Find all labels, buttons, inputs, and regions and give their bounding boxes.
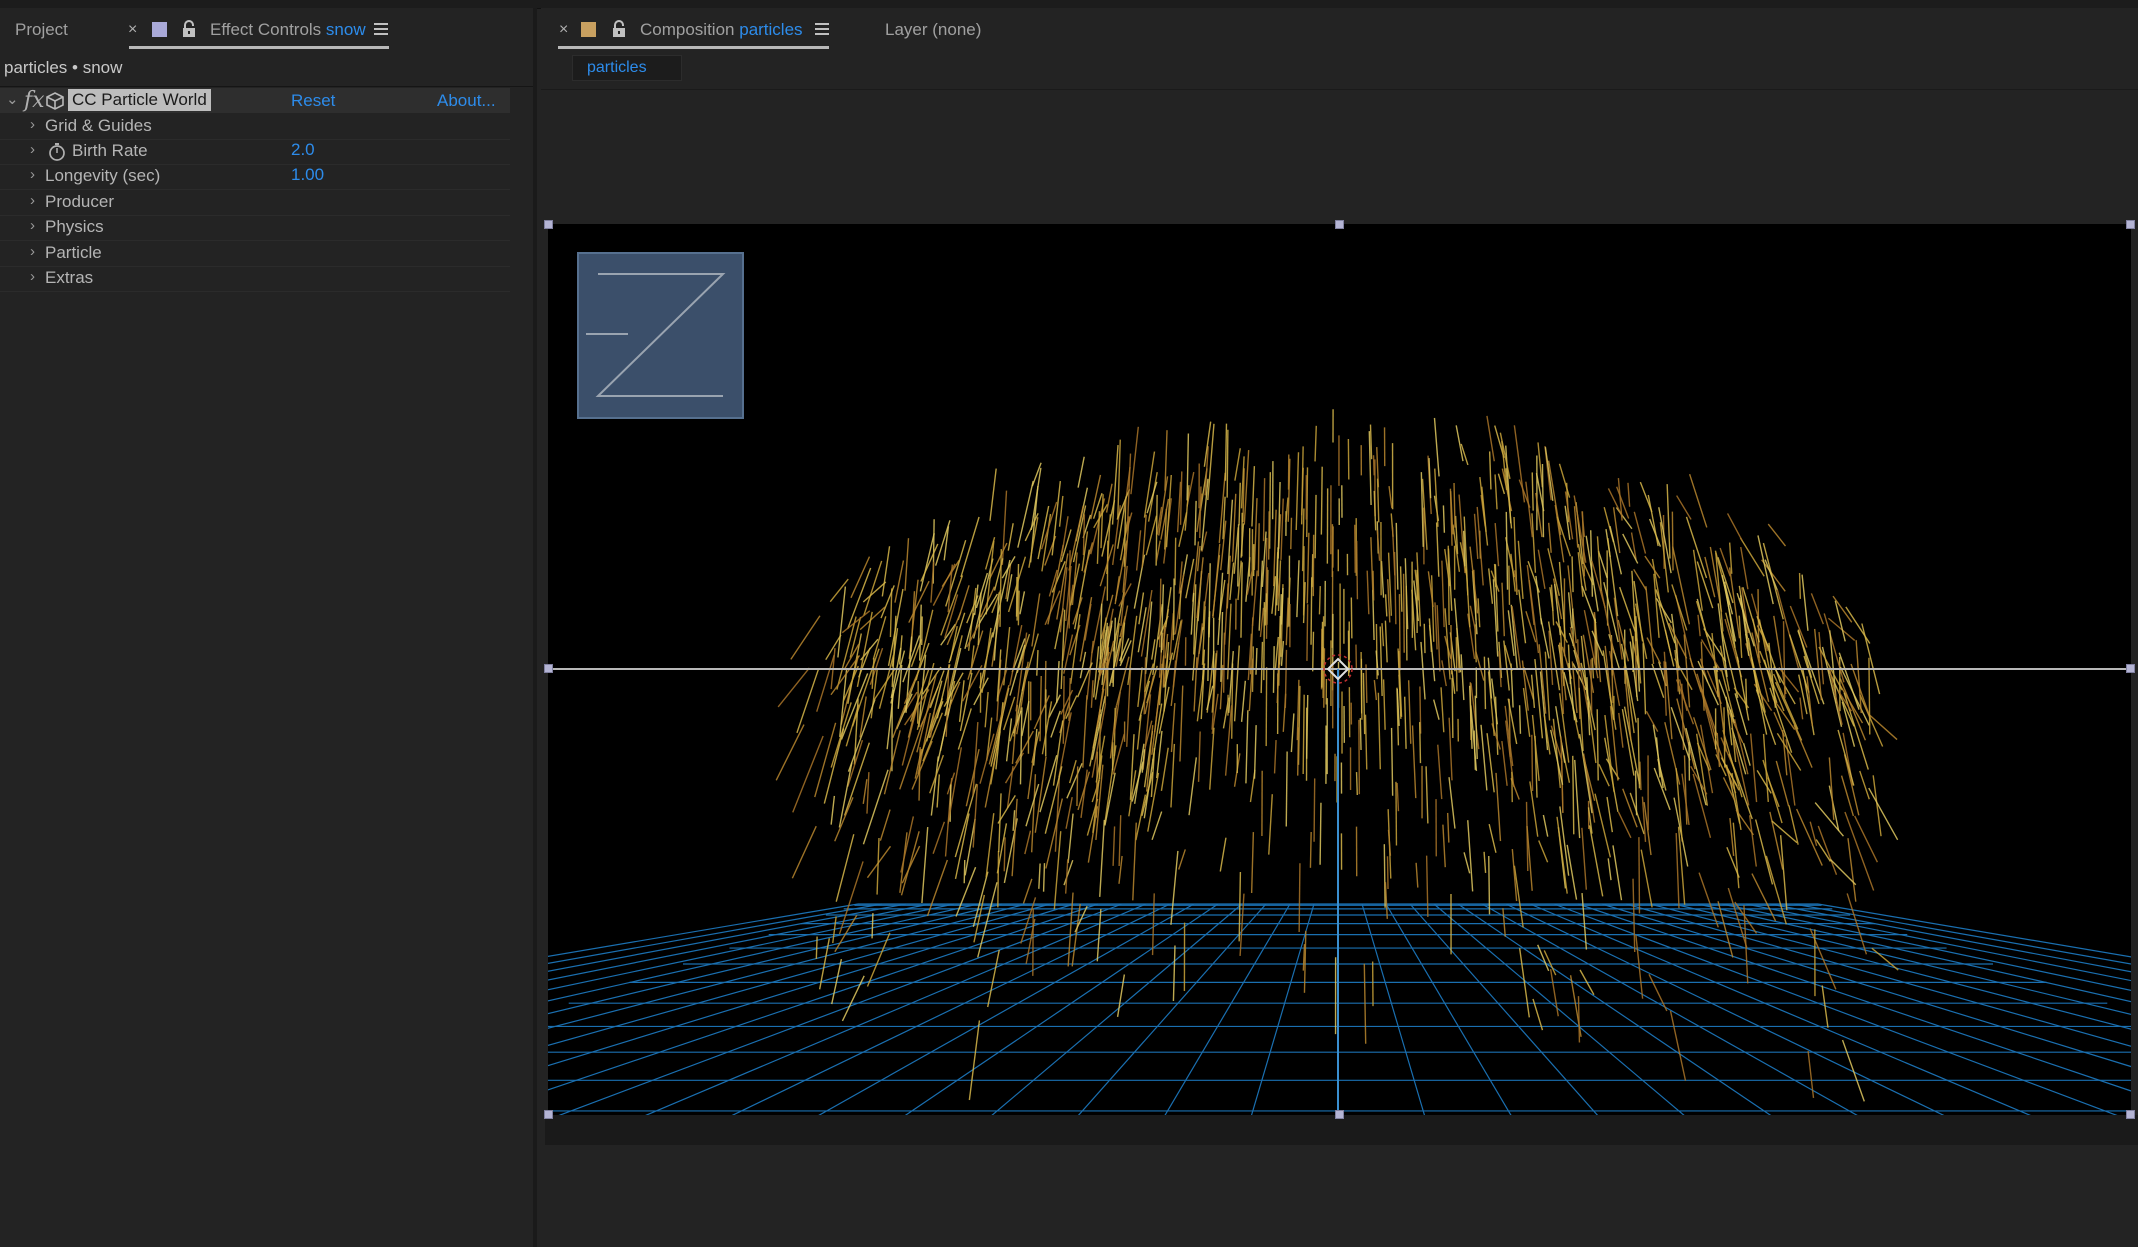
chevron-right-icon[interactable]: › [30, 217, 40, 234]
tab-effect-controls[interactable]: Effect Controls snow [210, 20, 366, 40]
effect-header-row[interactable]: ⌄ fx CC Particle World Reset About... [0, 88, 510, 113]
viewer-tab-particles[interactable]: particles [572, 55, 682, 81]
transform-handle[interactable] [1335, 1110, 1344, 1119]
property-label: Grid & Guides [45, 116, 152, 135]
transform-handle[interactable] [544, 220, 553, 229]
property-row-physics[interactable]: › Physics [0, 215, 510, 241]
about-button[interactable]: About... [437, 91, 496, 111]
chevron-right-icon[interactable]: › [30, 243, 40, 260]
tab-composition[interactable]: Composition particles [640, 20, 803, 40]
left-tab-bar: Project × Effect Controls snow [0, 8, 533, 56]
transform-handle[interactable] [544, 664, 553, 673]
property-row-producer[interactable]: › Producer [0, 190, 510, 216]
transform-handle[interactable] [2126, 220, 2135, 229]
property-label: Physics [45, 217, 104, 236]
tab-composition-label: Composition [640, 20, 735, 39]
close-icon[interactable]: × [128, 21, 137, 39]
color-swatch-icon[interactable] [152, 22, 167, 37]
effect-name[interactable]: CC Particle World [68, 89, 211, 111]
property-label: Particle [45, 243, 102, 262]
transform-handle[interactable] [2126, 1110, 2135, 1119]
tab-layer[interactable]: Layer (none) [885, 20, 981, 40]
breadcrumb: particles • snow [4, 58, 123, 77]
property-row-particle[interactable]: › Particle [0, 241, 510, 267]
stopwatch-icon[interactable] [48, 142, 66, 166]
composition-viewport[interactable] [548, 224, 2131, 1115]
property-label: Extras [45, 268, 94, 287]
property-label: Producer [45, 192, 114, 211]
tab-project[interactable]: Project [15, 20, 68, 40]
property-label: Birth Rate [72, 141, 148, 160]
divider [0, 86, 533, 87]
panel-menu-icon[interactable] [374, 23, 388, 35]
viewer-footer-area [545, 1115, 2138, 1145]
viewer-tab-label: particles [587, 59, 647, 76]
close-icon[interactable]: × [559, 21, 568, 39]
property-row-grid-guides[interactable]: › Grid & Guides [0, 114, 510, 140]
reset-button[interactable]: Reset [291, 91, 335, 111]
z-axis-icon [577, 252, 744, 419]
property-row-birth-rate[interactable]: › Birth Rate 2.0 [0, 139, 510, 165]
chevron-right-icon[interactable]: › [30, 116, 40, 133]
birth-rate-value[interactable]: 2.0 [291, 140, 315, 160]
tab-layer-label: Layer [885, 20, 928, 39]
property-row-longevity[interactable]: › Longevity (sec) 1.00 [0, 164, 510, 190]
lock-icon[interactable] [611, 20, 627, 38]
tab-composition-name: particles [739, 20, 803, 39]
longevity-value[interactable]: 1.00 [291, 165, 324, 185]
divider [541, 89, 2138, 90]
active-tab-indicator [558, 46, 829, 49]
tab-layer-value: (none) [932, 20, 982, 39]
color-swatch-icon[interactable] [581, 22, 596, 37]
floor-grid [548, 903, 2131, 1115]
particle-scene [548, 252, 2131, 1115]
chevron-down-icon[interactable]: ⌄ [6, 90, 19, 108]
chevron-right-icon[interactable]: › [30, 268, 40, 285]
active-tab-indicator [129, 46, 389, 49]
transform-handle[interactable] [1335, 220, 1344, 229]
property-row-extras[interactable]: › Extras [0, 266, 510, 292]
panel-menu-icon[interactable] [815, 23, 829, 35]
tab-effect-controls-label: Effect Controls [210, 20, 322, 39]
transform-handle[interactable] [2126, 664, 2135, 673]
tab-effect-controls-target: snow [325, 20, 366, 39]
fx-icon[interactable]: fx [24, 88, 45, 113]
3d-cube-icon [45, 91, 65, 116]
chevron-right-icon[interactable]: › [30, 141, 40, 158]
lock-icon[interactable] [181, 20, 197, 38]
chevron-right-icon[interactable]: › [30, 166, 40, 183]
transform-handle[interactable] [544, 1110, 553, 1119]
chevron-right-icon[interactable]: › [30, 192, 40, 209]
property-label: Longevity (sec) [45, 166, 161, 185]
effect-controls-panel: Project × Effect Controls snow particles… [0, 8, 537, 1247]
